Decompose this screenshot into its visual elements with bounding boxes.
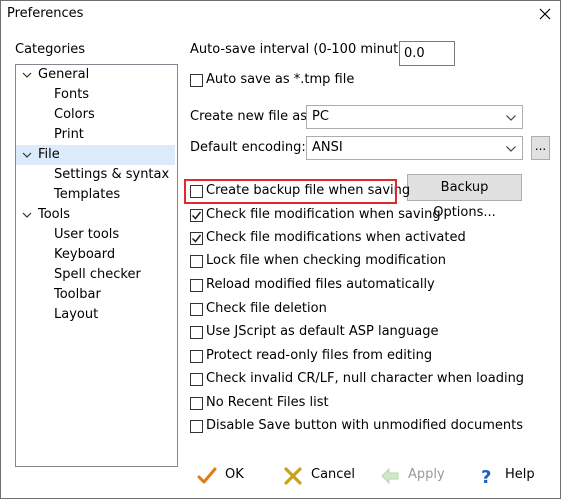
categories-heading: Categories [15,42,86,57]
checkbox-label: No Recent Files list [206,395,329,410]
checkbox-label: Check file modification when saving [206,207,441,222]
checkbox-label: Reload modified files automatically [206,277,435,292]
help-label: Help [505,467,535,482]
tree-item-colors[interactable]: Colors [16,105,175,125]
encoding-more-button[interactable]: ... [531,136,550,160]
preferences-window: Preferences Categories General Fonts Color… [0,0,561,499]
tree-item-tools[interactable]: Tools [16,205,175,225]
svg-text:?: ? [481,467,491,486]
help-question-icon: ? [481,467,491,486]
close-button[interactable] [530,1,560,27]
checkbox-box[interactable] [190,255,203,268]
checkbox-label: Protect read-only files from editing [206,348,433,363]
tree-item-keyboard[interactable]: Keyboard [16,245,175,265]
checkbox-box[interactable] [190,373,203,386]
checkbox-label: Check invalid CR/LF, null character when… [206,371,525,386]
create-new-select[interactable]: PC [306,105,523,129]
tree-item-label: Print [54,127,84,142]
checkbox-label: Disable Save button with unmodified docu… [206,418,524,433]
window-title: Preferences [7,6,84,21]
checkbox-label: Check file modifications when activated [206,230,466,245]
highlight-annotation [184,179,397,204]
ok-label: OK [225,467,244,482]
cancel-x-icon [284,467,302,485]
close-icon [539,8,551,20]
tree-item-settings-syntax[interactable]: Settings & syntax [16,165,175,185]
tree-item-label: Templates [54,187,121,202]
tree-item-label: Toolbar [54,287,101,302]
apply-label: Apply [408,467,445,482]
cancel-button[interactable]: Cancel [277,463,367,489]
create-new-value: PC [312,109,329,124]
expand-arrow-icon[interactable] [22,210,32,220]
encoding-value: ANSI [312,140,343,155]
help-button[interactable]: ? Help [471,463,541,489]
checkmark-icon [197,467,217,484]
tree-item-layout[interactable]: Layout [16,305,175,325]
checkbox-box[interactable] [190,232,203,245]
checkbox-box[interactable] [190,209,203,222]
tree-item-label: Settings & syntax [54,167,170,182]
apply-button[interactable]: Apply [374,463,454,489]
tree-item-spell-checker[interactable]: Spell checker [16,265,175,285]
tree-item-file[interactable]: File [16,145,175,165]
title-bar: Preferences [1,1,560,27]
checkbox-box[interactable] [190,303,203,316]
tree-item-label: File [38,147,60,162]
tree-item-label: Colors [54,107,95,122]
checkbox-box[interactable] [190,350,203,363]
tree-item-templates[interactable]: Templates [16,185,175,205]
encoding-label: Default encoding: [190,140,306,155]
categories-tree[interactable]: General Fonts Colors Print File Settings & sy… [15,64,178,467]
checkbox-box[interactable] [190,420,203,433]
checkbox-box[interactable] [190,326,203,339]
tree-item-label: Spell checker [54,267,141,282]
tree-item-label: Tools [38,207,71,222]
autosave-interval-label: Auto-save interval (0-100 minutes): [190,42,423,57]
tree-item-general[interactable]: General [16,65,175,85]
tree-item-fonts[interactable]: Fonts [16,85,175,105]
check-icon [191,211,202,220]
apply-arrow-icon [381,467,399,485]
chevron-down-icon [506,146,516,152]
checkbox-box[interactable] [190,279,203,292]
ok-button[interactable]: OK [191,463,261,489]
tree-item-user-tools[interactable]: User tools [16,225,175,245]
tree-item-label: User tools [54,227,120,242]
expand-arrow-icon[interactable] [22,150,32,160]
autosave-interval-input[interactable] [399,41,455,66]
tree-item-print[interactable]: Print [16,125,175,145]
tree-item-label: Fonts [54,87,90,102]
cancel-label: Cancel [311,467,356,482]
tree-item-label: Keyboard [54,247,116,262]
tree-item-label: General [38,67,90,82]
checkbox-label: Use JScript as default ASP language [206,324,439,339]
checkbox-label: Lock file when checking modification [206,253,446,268]
backup-options-button[interactable]: Backup Options... [407,174,522,220]
checkbox-label: Check file deletion [206,301,327,316]
create-new-label: Create new file as: [190,109,312,124]
checkbox-box[interactable] [190,74,203,87]
checkbox-box[interactable] [190,397,203,410]
chevron-down-icon [506,115,516,121]
autosave-tmp-label: Auto save as *.tmp file [206,72,355,87]
tree-item-toolbar[interactable]: Toolbar [16,285,175,305]
encoding-select[interactable]: ANSI [306,136,523,160]
check-icon [191,234,202,243]
tree-item-label: Layout [54,307,99,322]
expand-arrow-icon[interactable] [22,70,32,80]
